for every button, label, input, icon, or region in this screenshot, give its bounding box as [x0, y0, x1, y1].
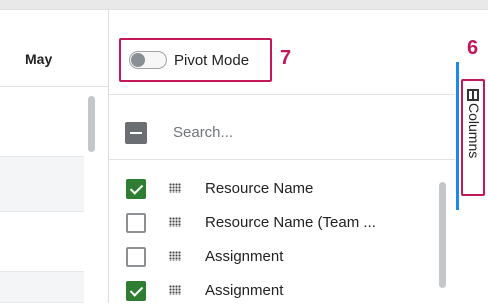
drag-handle-icon[interactable]: [169, 285, 181, 295]
columns-icon: [467, 89, 479, 101]
top-border: [0, 0, 488, 9]
table-row[interactable]: [0, 212, 84, 272]
toggle-knob: [131, 53, 145, 67]
column-item[interactable]: Resource Name (Team ...: [109, 207, 429, 239]
drag-handle-icon[interactable]: [169, 183, 181, 193]
callout-pivot: 7: [280, 47, 292, 69]
column-item-label: Assignment: [205, 248, 284, 265]
callout-columns-tab: 6: [467, 37, 479, 59]
column-checkbox[interactable]: [126, 179, 146, 199]
column-checkbox[interactable]: [126, 281, 146, 301]
columns-tool-panel: Pivot Mode 7 Resource Name Resource Name…: [109, 10, 455, 303]
data-grid: May: [0, 10, 108, 303]
grid-header: May: [0, 10, 108, 87]
table-row[interactable]: [0, 87, 84, 157]
column-item[interactable]: Assignment: [109, 275, 429, 307]
table-row[interactable]: [0, 157, 84, 212]
drag-handle-icon[interactable]: [169, 217, 181, 227]
column-item-label: Resource Name (Team ...: [205, 214, 376, 231]
column-header-may[interactable]: May: [25, 51, 52, 67]
table-row[interactable]: [0, 272, 84, 303]
side-tab-label: Columns: [466, 103, 482, 159]
select-all-checkbox[interactable]: [125, 122, 147, 144]
search-row: [109, 102, 455, 160]
pivot-mode-row: Pivot Mode 7: [109, 10, 455, 95]
grid-scrollbar[interactable]: [88, 96, 95, 152]
columns-side-tab[interactable]: Columns: [461, 79, 485, 196]
column-checkbox[interactable]: [126, 247, 146, 267]
column-item-label: Assignment: [205, 282, 284, 299]
grid-frame: May Pivot Mode 7 Resource Name: [0, 0, 488, 303]
column-item[interactable]: Resource Name: [109, 173, 429, 205]
pivot-mode-highlight: Pivot Mode: [119, 38, 272, 82]
side-tab-accent: [456, 62, 459, 210]
column-item[interactable]: Assignment: [109, 241, 429, 273]
column-item-label: Resource Name: [205, 180, 314, 197]
panel-scrollbar[interactable]: [439, 182, 446, 288]
drag-handle-icon[interactable]: [169, 251, 181, 261]
column-checkbox[interactable]: [126, 213, 146, 233]
pivot-mode-toggle[interactable]: [129, 51, 167, 69]
search-input[interactable]: [173, 118, 423, 146]
pivot-mode-label: Pivot Mode: [174, 52, 250, 69]
